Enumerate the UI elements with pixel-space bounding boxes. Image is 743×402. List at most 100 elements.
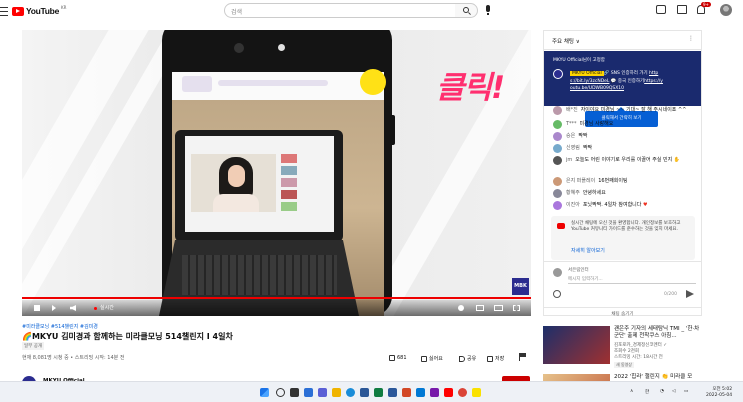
user-avatar	[553, 268, 562, 277]
taskbar-search-icon[interactable]	[276, 388, 285, 397]
chat-message: 신영림 짝짝	[553, 144, 693, 153]
menu-icon[interactable]	[0, 7, 8, 16]
phone-camera	[234, 43, 244, 53]
chat-author: 황혜주	[566, 190, 580, 196]
pinned-text-part1: 🔗 SNS 인증하러 가기	[603, 71, 650, 76]
sidebar-thumbnail	[281, 190, 297, 199]
theater-mode-icon[interactable]	[494, 305, 503, 311]
chat-header: 주요 채팅 ∨ ⋮	[544, 31, 701, 50]
logo-text: YouTube	[26, 6, 59, 16]
wifi-icon[interactable]: ◔	[660, 389, 664, 394]
chat-text: 포닛짝짝. 4일차 참여합니다	[582, 202, 642, 208]
miniplayer-icon[interactable]	[476, 305, 484, 311]
rec-title: 2022 '힙라' 챌린지 👏 미라클 모	[614, 374, 693, 380]
powerpoint-icon[interactable]	[402, 388, 411, 397]
person-face	[228, 165, 245, 187]
tray-chevron-icon[interactable]: ∧	[630, 389, 633, 394]
video-title: 🌈MKYU 김미경과 함께하는 미라클모닝 514챌린지 I 4일차	[22, 332, 233, 341]
youtube-window: { "header": { "logo_text": "YouTube", "l…	[0, 0, 743, 402]
pinned-header: MKYU Official님이 고정함	[553, 58, 605, 63]
save-button[interactable]: 저장	[487, 355, 504, 362]
yellow-dot	[360, 69, 386, 95]
fullscreen-icon[interactable]	[513, 305, 520, 311]
sidebar-thumbnail	[281, 202, 297, 211]
windows-start-icon[interactable]	[260, 388, 269, 397]
like-button[interactable]: 681	[389, 355, 407, 361]
emoji-icon[interactable]	[553, 290, 561, 298]
more-options-icon[interactable]: ⋮	[688, 35, 694, 42]
chat-avatar	[553, 120, 562, 129]
store-icon[interactable]	[360, 388, 369, 397]
battery-icon[interactable]: ▭	[684, 389, 688, 394]
video-thumbnail	[543, 326, 610, 364]
recommended-video[interactable]: 괜은주 기자의 세태탐닉 TMI _ '한·차 군단' 출제 천착쿠스 아침..…	[543, 326, 703, 368]
chat-message: T*** 미경님 사랑해요	[553, 120, 693, 129]
teams-chat-icon[interactable]	[318, 388, 327, 397]
taskbar-clock[interactable]: 오전 5:02 2022-05-04	[706, 387, 732, 398]
chat-avatar	[553, 144, 562, 153]
volume-icon[interactable]	[70, 305, 76, 311]
task-view-icon[interactable]	[290, 388, 299, 397]
stop-icon[interactable]	[34, 305, 40, 311]
youtube-app-icon[interactable]	[444, 388, 453, 397]
chat-input-area: 서은림인터 메시지 입력하기... 0/200 채팅 숨기기	[544, 261, 701, 317]
chat-author: 신영림	[566, 145, 580, 151]
video-meta: 현재 8,081명 시청 중 • 스트리밍 시작: 14분 전	[22, 355, 125, 361]
progress-bar[interactable]	[22, 297, 531, 299]
share-label: 공유	[467, 356, 477, 362]
live-label[interactable]: 실시간	[100, 304, 114, 311]
search-button[interactable]	[455, 3, 478, 18]
learn-more-link[interactable]: 자세히 알아보기	[571, 247, 605, 254]
search-input[interactable]: 검색	[224, 3, 456, 18]
account-avatar[interactable]	[720, 4, 732, 16]
char-count: 0/200	[664, 292, 677, 297]
chat-avatar	[553, 132, 562, 141]
clock-date: 2022-05-04	[706, 392, 733, 398]
share-button[interactable]: 공유	[459, 355, 476, 362]
share-icon	[459, 355, 465, 362]
word-icon[interactable]	[388, 388, 397, 397]
chat-text: 미경님 사랑해요	[579, 121, 614, 127]
excel-icon[interactable]	[374, 388, 383, 397]
file-explorer-icon[interactable]	[332, 388, 341, 397]
edge-icon[interactable]	[346, 388, 355, 397]
video-player[interactable]: 클릭! MBK	[22, 30, 531, 316]
chat-author: jm	[566, 157, 573, 163]
dislike-button[interactable]: 싫어요	[421, 355, 443, 362]
blurred-avatar	[182, 76, 212, 92]
kakaotalk-icon[interactable]	[472, 388, 481, 397]
tray-language[interactable]: 한	[645, 389, 649, 395]
hide-chat-button[interactable]: 채팅 숨기기	[544, 307, 701, 317]
chat-message: 이진아 포닛짝짝. 4일차 참여합니다 ♥	[553, 201, 693, 210]
chat-input[interactable]: 메시지 입력하기...	[568, 276, 603, 282]
youtube-small-icon	[557, 223, 565, 229]
chat-avatar	[553, 201, 562, 210]
chat-text: 오늘도 어린 이야기로 우리를 이끌어 주실 민지 ✋	[575, 157, 681, 163]
volume-tray-icon[interactable]: ◁	[672, 389, 675, 394]
chat-author: 배*진	[566, 107, 578, 113]
phone-side-button	[390, 115, 395, 145]
onenote-icon[interactable]	[430, 388, 439, 397]
next-icon[interactable]	[52, 305, 56, 311]
chat-mode-dropdown[interactable]: 주요 채팅 ∨	[552, 37, 580, 45]
widgets-icon[interactable]	[304, 388, 313, 397]
microphone-icon[interactable]	[486, 5, 490, 15]
blurred-text	[218, 80, 328, 86]
welcome-text: 실시간 채팅에 오신 것을 환영합니다. 개인정보를 보호하고 YouTube …	[571, 221, 681, 233]
input-username: 서은림인터	[568, 268, 589, 273]
youtube-logo[interactable]: YouTube KR	[12, 5, 66, 16]
report-flag-icon[interactable]	[519, 353, 526, 361]
pinned-message[interactable]: MKYU Official님이 고정함 MKYU Official 🔗 SNS 인…	[544, 51, 701, 106]
chrome-icon[interactable]	[458, 388, 467, 397]
apps-grid-icon[interactable]	[677, 5, 687, 14]
outlook-icon[interactable]	[416, 388, 425, 397]
pinned-text-part2: 💬 중국 인증하기	[609, 78, 645, 84]
player-controls: 실시간	[22, 300, 531, 316]
chat-message: 배*진 자이야요 미경님 ~~ 기대~ 잘 해 주시네이죠 ^^	[553, 106, 693, 115]
create-video-icon[interactable]	[656, 5, 666, 14]
sidebar-thumbnail	[281, 178, 297, 187]
send-icon[interactable]	[686, 290, 694, 298]
chat-avatar	[553, 189, 562, 198]
settings-gear-icon[interactable]	[458, 305, 464, 311]
video-hashtags[interactable]: #미라클모닝 #514챌린지 #김미경	[22, 323, 98, 330]
